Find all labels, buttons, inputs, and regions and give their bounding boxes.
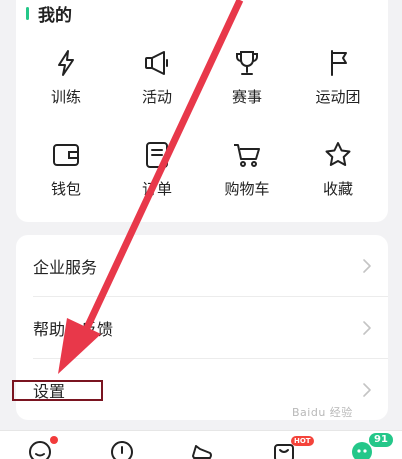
- flag-icon: [331, 50, 347, 76]
- grid-item-wallet[interactable]: 钱包: [26, 140, 106, 206]
- trophy-icon: [236, 51, 258, 75]
- chevron-right-icon: [363, 383, 371, 397]
- grid-item-cart[interactable]: 购物车: [207, 140, 287, 206]
- my-section-card: 我的 训练 活动 赛事 运动团 钱包 订单 购物车 收藏: [16, 0, 388, 222]
- chevron-right-icon: [363, 259, 371, 273]
- star-icon: [325, 142, 351, 166]
- grid-item-orders[interactable]: 订单: [117, 140, 197, 206]
- annotation-highlight-box: [12, 380, 103, 401]
- compass-tab-icon[interactable]: [110, 440, 134, 459]
- shoe-tab-icon[interactable]: [190, 440, 214, 459]
- watermark-text: Baidu 经验: [292, 406, 353, 419]
- grid-item-label: 赛事: [231, 88, 262, 106]
- list-item-label: 帮助与反馈: [33, 320, 114, 339]
- section-title-label: 我的: [38, 5, 72, 26]
- grid-item-label: 订单: [141, 180, 172, 198]
- list-item-enterprise-services[interactable]: 企业服务: [16, 235, 388, 297]
- section-title: 我的: [26, 2, 72, 26]
- wallet-icon: [53, 144, 79, 166]
- list-item-help-feedback[interactable]: 帮助与反馈: [16, 297, 388, 359]
- notification-dot: [50, 436, 58, 444]
- grid-item-activity[interactable]: 活动: [117, 48, 197, 114]
- count-badge: 91: [369, 433, 393, 447]
- hot-badge: HOT: [291, 436, 314, 446]
- grid-item-label: 训练: [50, 88, 81, 106]
- grid-item-label: 运动团: [315, 88, 361, 106]
- cart-icon: [234, 144, 260, 167]
- bottom-tab-bar: HOT 91: [0, 430, 402, 459]
- list-item-label: 企业服务: [33, 258, 98, 277]
- smile-tab-icon[interactable]: [28, 440, 52, 459]
- grid-item-label: 钱包: [50, 180, 81, 198]
- grid-item-favorites[interactable]: 收藏: [298, 140, 378, 206]
- grid-item-events[interactable]: 赛事: [207, 48, 287, 114]
- grid-item-label: 购物车: [224, 180, 270, 198]
- lightning-icon: [58, 50, 74, 76]
- grid-item-label: 收藏: [322, 180, 353, 198]
- grid-item-training[interactable]: 训练: [26, 48, 106, 114]
- grid-item-sports-group[interactable]: 运动团: [298, 48, 378, 114]
- megaphone-icon: [145, 51, 168, 75]
- grid-item-label: 活动: [141, 88, 172, 106]
- chevron-right-icon: [363, 321, 371, 335]
- order-icon: [146, 142, 168, 168]
- section-accent-bar: [26, 6, 29, 20]
